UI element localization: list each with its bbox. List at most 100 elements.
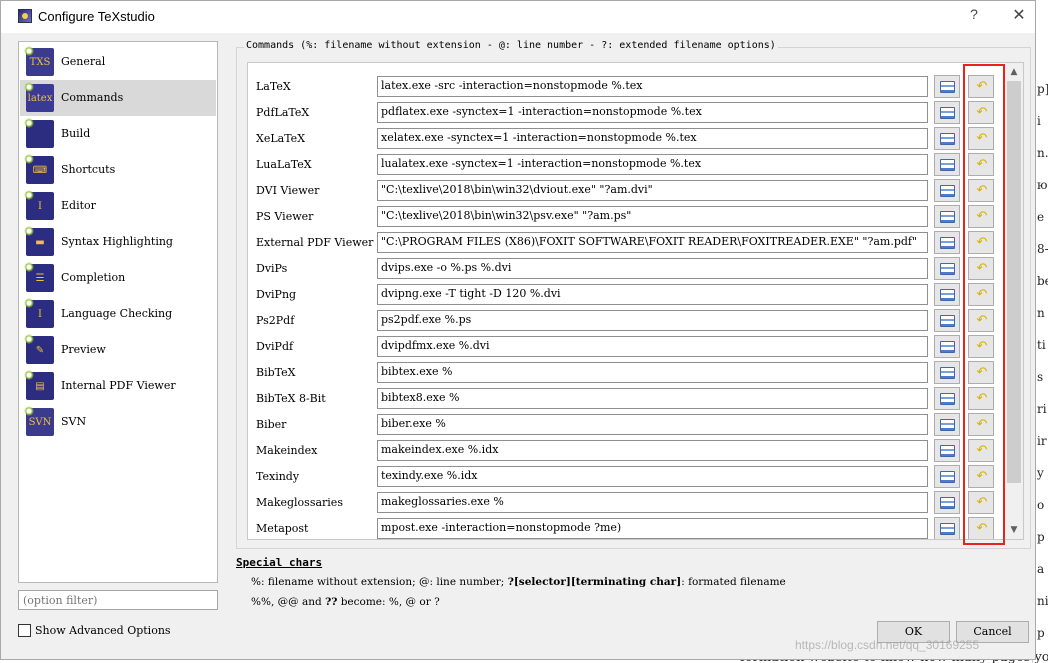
command-label: BibTeX <box>256 366 296 379</box>
sidebar-item-preview[interactable]: ✎ Preview <box>20 332 216 368</box>
command-input-lualatex[interactable]: lualatex.exe -synctex=1 -interaction=non… <box>377 154 928 175</box>
scroll-down-arrow-icon[interactable]: ▼ <box>1005 522 1023 538</box>
browse-button[interactable] <box>934 127 960 150</box>
vertical-scrollbar[interactable]: ▲ ▼ <box>1005 63 1023 539</box>
command-input-dvips[interactable]: dvips.exe -o %.ps %.dvi <box>377 258 928 279</box>
browse-button[interactable] <box>934 361 960 384</box>
browse-button[interactable] <box>934 387 960 410</box>
category-sidebar: TXS General latex Commands Build ⌨ Shortcuts I E… <box>18 41 218 583</box>
help-button[interactable]: ? <box>965 6 983 26</box>
command-input-xelatex[interactable]: xelatex.exe -synctex=1 -interaction=nons… <box>377 128 928 149</box>
reset-default-button[interactable]: ↶ <box>968 231 994 254</box>
reset-default-button[interactable]: ↶ <box>968 361 994 384</box>
command-input-bibtex[interactable]: bibtex.exe % <box>377 362 928 383</box>
reset-default-button[interactable]: ↶ <box>968 257 994 280</box>
reset-default-button[interactable]: ↶ <box>968 413 994 436</box>
browse-button[interactable] <box>934 257 960 280</box>
browse-button[interactable] <box>934 153 960 176</box>
command-input-dvipng[interactable]: dvipng.exe -T tight -D 120 %.dvi <box>377 284 928 305</box>
sidebar-item-shortcuts[interactable]: ⌨ Shortcuts <box>20 152 216 188</box>
reset-default-button[interactable]: ↶ <box>968 153 994 176</box>
command-input-latex[interactable]: latex.exe -src -interaction=nonstopmode … <box>377 76 928 97</box>
browse-button[interactable] <box>934 491 960 514</box>
language-check-icon: I <box>24 298 54 328</box>
browse-button[interactable] <box>934 283 960 306</box>
special-chars-title: Special chars <box>236 556 323 569</box>
spark-icon <box>24 334 34 344</box>
spark-icon <box>24 406 34 416</box>
show-advanced-checkbox[interactable] <box>18 624 31 637</box>
background-text-fragment: s <box>1037 370 1044 384</box>
title-bar: Configure TeXstudio ? ✕ <box>1 1 1035 33</box>
undo-arrow-icon: ↶ <box>976 287 988 302</box>
background-text-fragment: ti <box>1037 338 1046 352</box>
command-input-external-pdf-viewer[interactable]: "C:\PROGRAM FILES (X86)\FOXIT SOFTWARE\F… <box>377 232 928 253</box>
reset-default-button[interactable]: ↶ <box>968 127 994 150</box>
keyboard-icon: ⌨ <box>24 154 54 184</box>
sidebar-item-build[interactable]: Build <box>20 116 216 152</box>
command-input-makeindex[interactable]: makeindex.exe %.idx <box>377 440 928 461</box>
scroll-up-arrow-icon[interactable]: ▲ <box>1005 64 1023 80</box>
sidebar-item-completion[interactable]: ☰ Completion <box>20 260 216 296</box>
command-row-dvipng: DviPng dvipng.exe -T tight -D 120 %.dvi ↶ <box>248 283 1008 309</box>
command-input-bibtex-8-bit[interactable]: bibtex8.exe % <box>377 388 928 409</box>
spark-icon <box>24 154 34 164</box>
texstudio-app-icon <box>18 9 32 23</box>
command-row-dvipdf: DviPdf dvipdfmx.exe %.dvi ↶ <box>248 335 1008 361</box>
sidebar-item-internal-pdf-viewer[interactable]: ▤ Internal PDF Viewer <box>20 368 216 404</box>
reset-default-button[interactable]: ↶ <box>968 387 994 410</box>
reset-default-button[interactable]: ↶ <box>968 283 994 306</box>
command-input-texindy[interactable]: texindy.exe %.idx <box>377 466 928 487</box>
reset-default-button[interactable]: ↶ <box>968 75 994 98</box>
command-input-pdflatex[interactable]: pdflatex.exe -synctex=1 -interaction=non… <box>377 102 928 123</box>
save-disk-icon <box>940 159 955 171</box>
sidebar-item-syntax-highlighting[interactable]: ▬ Syntax Highlighting <box>20 224 216 260</box>
reset-default-button[interactable]: ↶ <box>968 101 994 124</box>
command-input-dvipdf[interactable]: dvipdfmx.exe %.dvi <box>377 336 928 357</box>
browse-button[interactable] <box>934 439 960 462</box>
command-input-metapost[interactable]: mpost.exe -interaction=nonstopmode ?me) <box>377 518 928 539</box>
browse-button[interactable] <box>934 335 960 358</box>
reset-default-button[interactable]: ↶ <box>968 205 994 228</box>
browse-button[interactable] <box>934 517 960 539</box>
sidebar-item-language-checking[interactable]: I Language Checking <box>20 296 216 332</box>
reset-default-button[interactable]: ↶ <box>968 465 994 488</box>
save-disk-icon <box>940 445 955 457</box>
sidebar-item-svn[interactable]: SVN SVN <box>20 404 216 440</box>
sidebar-item-general[interactable]: TXS General <box>20 44 216 80</box>
browse-button[interactable] <box>934 309 960 332</box>
sidebar-item-commands[interactable]: latex Commands <box>20 80 216 116</box>
browse-button[interactable] <box>934 465 960 488</box>
command-input-biber[interactable]: biber.exe % <box>377 414 928 435</box>
commands-scroll-area[interactable]: LaTeX latex.exe -src -interaction=nonstop… <box>247 62 1024 540</box>
close-button[interactable]: ✕ <box>1009 5 1029 27</box>
command-input-dvi-viewer[interactable]: "C:\texlive\2018\bin\win32\dviout.exe" "… <box>377 180 928 201</box>
undo-arrow-icon: ↶ <box>976 235 988 250</box>
option-filter-input[interactable] <box>18 590 218 610</box>
browse-button[interactable] <box>934 205 960 228</box>
command-row-latex: LaTeX latex.exe -src -interaction=nonstop… <box>248 75 1008 101</box>
browse-button[interactable] <box>934 231 960 254</box>
reset-default-button[interactable]: ↶ <box>968 179 994 202</box>
browse-button[interactable] <box>934 101 960 124</box>
reset-default-button[interactable]: ↶ <box>968 439 994 462</box>
browse-button[interactable] <box>934 179 960 202</box>
scrollbar-thumb[interactable] <box>1007 81 1021 483</box>
background-text-fragment: be <box>1037 274 1048 288</box>
command-row-dvips: DviPs dvips.exe -o %.ps %.dvi ↶ <box>248 257 1008 283</box>
reset-default-button[interactable]: ↶ <box>968 309 994 332</box>
command-input-ps2pdf[interactable]: ps2pdf.exe %.ps <box>377 310 928 331</box>
command-input-makeglossaries[interactable]: makeglossaries.exe % <box>377 492 928 513</box>
reset-default-button[interactable]: ↶ <box>968 491 994 514</box>
command-label: Biber <box>256 418 287 431</box>
reset-default-button[interactable]: ↶ <box>968 335 994 358</box>
command-label: Ps2Pdf <box>256 314 295 327</box>
browse-button[interactable] <box>934 75 960 98</box>
command-input-ps-viewer[interactable]: "C:\texlive\2018\bin\win32\psv.exe" "?am… <box>377 206 928 227</box>
command-label: External PDF Viewer <box>256 236 374 249</box>
browse-button[interactable] <box>934 413 960 436</box>
sidebar-item-editor[interactable]: I Editor <box>20 188 216 224</box>
undo-arrow-icon: ↶ <box>976 391 988 406</box>
undo-arrow-icon: ↶ <box>976 157 988 172</box>
reset-default-button[interactable]: ↶ <box>968 517 994 539</box>
